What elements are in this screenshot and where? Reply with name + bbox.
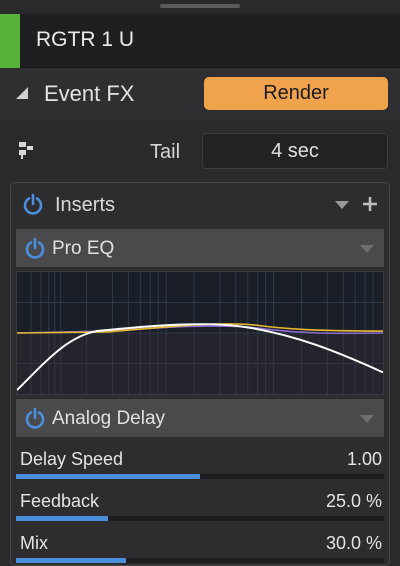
param-value[interactable]: 25.0 % bbox=[326, 491, 382, 512]
collapse-triangle-icon[interactable] bbox=[16, 87, 28, 99]
add-insert-plus-icon[interactable] bbox=[361, 195, 379, 213]
inserts-label: Inserts bbox=[55, 194, 116, 216]
param-name: Mix bbox=[20, 533, 48, 553]
param-slider-fill bbox=[16, 516, 108, 521]
track-header: RGTR 1 U bbox=[0, 14, 400, 68]
param-slider-track[interactable] bbox=[16, 474, 384, 479]
plugin-name: Pro EQ bbox=[52, 238, 115, 259]
param-name: Feedback bbox=[20, 491, 100, 511]
plugin-name: Analog Delay bbox=[52, 408, 166, 429]
event-fx-label: Event FX bbox=[44, 81, 135, 106]
param-slider-track[interactable] bbox=[16, 516, 384, 521]
pro-eq-chevron-down-icon[interactable] bbox=[360, 245, 374, 253]
inserts-chevron-down-icon[interactable] bbox=[335, 201, 349, 209]
inserts-power-icon[interactable] bbox=[22, 193, 44, 215]
param-value[interactable]: 30.0 % bbox=[326, 533, 382, 554]
param-slider-track[interactable] bbox=[16, 558, 384, 563]
track-color-swatch bbox=[0, 14, 20, 68]
inserts-panel: Inserts Pro EQ Analog Delay Delay Speed … bbox=[10, 182, 390, 566]
param-value[interactable]: 1.00 bbox=[347, 449, 382, 470]
eq-curve-display bbox=[16, 271, 384, 395]
param-delay-speed[interactable]: Delay Speed 1.00 bbox=[16, 443, 384, 483]
param-slider-fill bbox=[16, 474, 200, 479]
tail-row: Tail 4 sec bbox=[0, 124, 400, 178]
param-slider-fill bbox=[16, 558, 127, 563]
plugin-slot-analog-delay[interactable]: Analog Delay bbox=[16, 399, 384, 437]
tail-icon bbox=[19, 142, 33, 159]
tail-value-field[interactable]: 4 sec bbox=[202, 133, 388, 169]
event-fx-row: Event FX Render bbox=[0, 68, 400, 120]
analog-delay-power-icon[interactable] bbox=[24, 407, 46, 429]
param-name: Delay Speed bbox=[20, 449, 124, 469]
render-button[interactable]: Render bbox=[204, 77, 388, 110]
param-feedback[interactable]: Feedback 25.0 % bbox=[16, 485, 384, 525]
tail-label: Tail bbox=[150, 141, 181, 163]
inserts-header: Inserts bbox=[11, 183, 389, 225]
track-name: RGTR 1 U bbox=[36, 28, 135, 51]
param-mix[interactable]: Mix 30.0 % bbox=[16, 527, 384, 566]
panel-drag-handle[interactable] bbox=[160, 4, 240, 8]
plugin-slot-pro-eq[interactable]: Pro EQ bbox=[16, 229, 384, 267]
pro-eq-power-icon[interactable] bbox=[24, 237, 46, 259]
analog-delay-chevron-down-icon[interactable] bbox=[360, 415, 374, 423]
